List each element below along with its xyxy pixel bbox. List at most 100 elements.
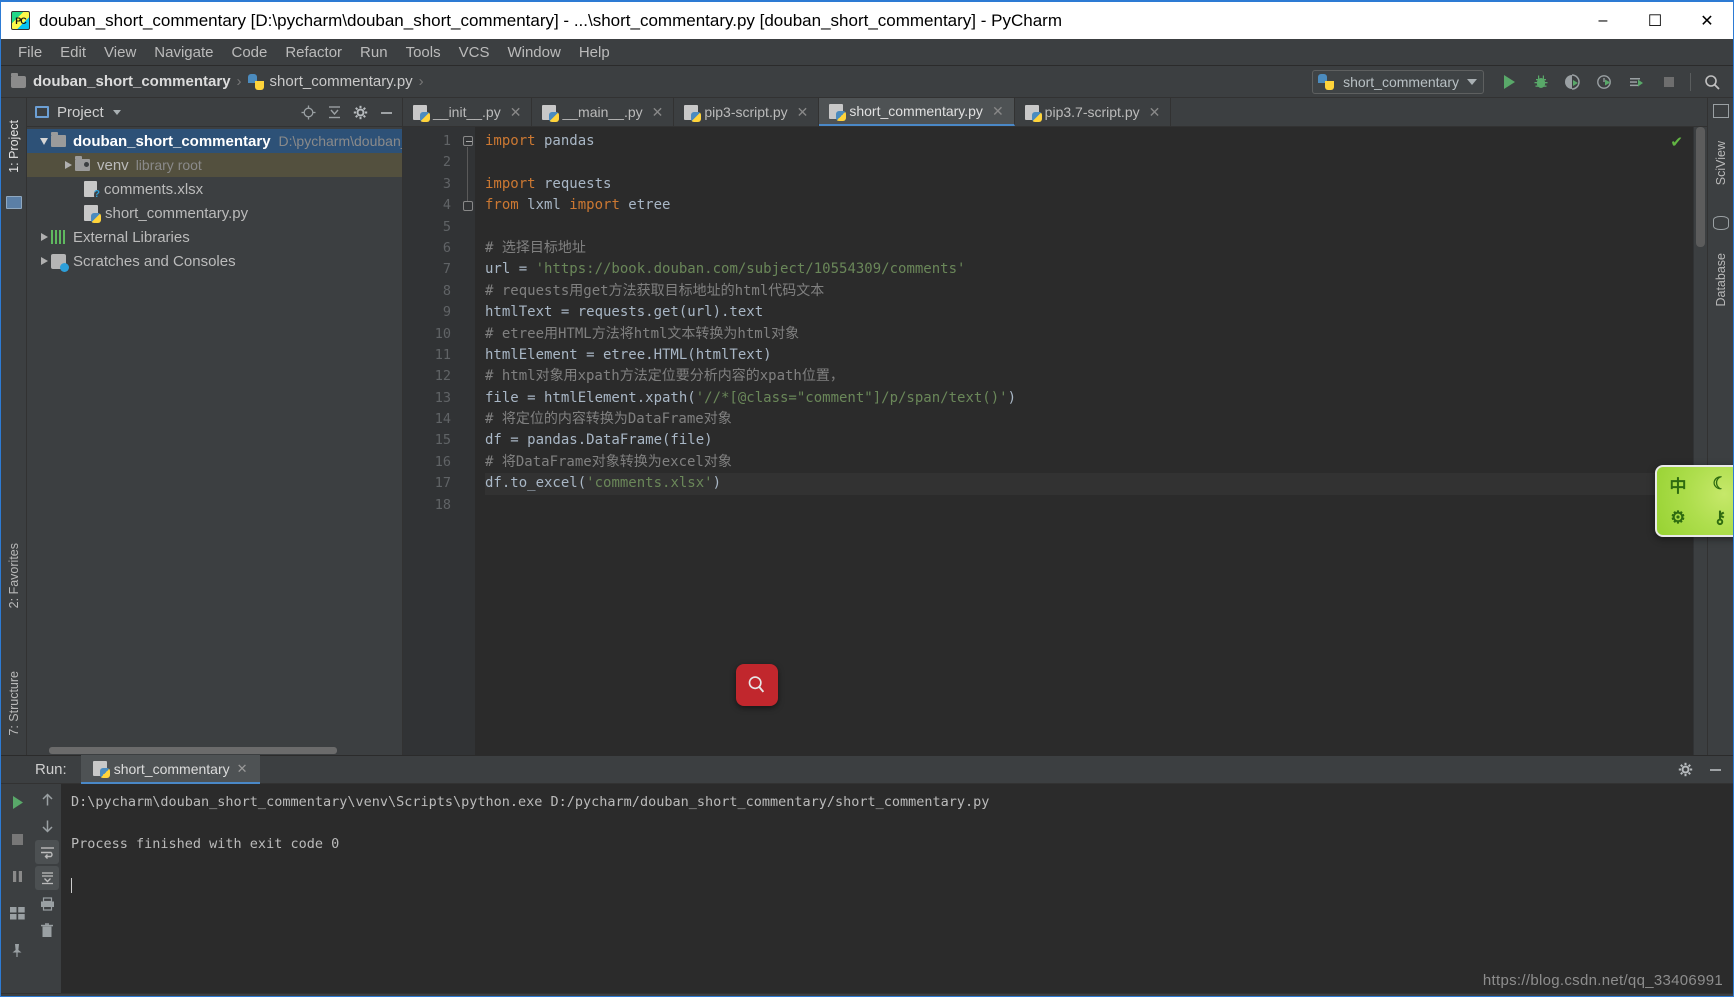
code-line[interactable]: url = 'https://book.douban.com/subject/1… [485, 259, 1693, 280]
gear-icon[interactable] [348, 100, 372, 124]
tab-short-commentary-py[interactable]: short_commentary.py ✕ [819, 98, 1015, 126]
tab-pip3-script-py[interactable]: pip3-script.py ✕ [674, 98, 820, 126]
tree-item-project-root[interactable]: douban_short_commentary D:\pycharm\douba… [27, 129, 402, 153]
close-icon[interactable]: ✕ [992, 103, 1004, 120]
scrollbar-thumb[interactable] [49, 747, 337, 754]
breadcrumb-file[interactable]: short_commentary.py [247, 73, 413, 90]
close-button[interactable]: ✕ [1681, 2, 1733, 39]
run-tab-short-commentary[interactable]: short_commentary ✕ [80, 755, 260, 784]
scrollbar-thumb[interactable] [1696, 127, 1705, 247]
code-line[interactable]: htmlElement = etree.HTML(htmlText) [485, 345, 1693, 366]
target-icon[interactable] [296, 100, 320, 124]
run-with-console-button[interactable] [1622, 67, 1652, 97]
up-arrow-icon[interactable] [35, 788, 59, 812]
code-folding-gutter[interactable] [461, 127, 475, 755]
code-line[interactable]: import pandas [485, 131, 1693, 152]
fold-end-icon[interactable] [463, 201, 473, 211]
code-line[interactable]: # 将DataFrame对象转换为excel对象 [485, 452, 1693, 473]
tree-item-comments-xlsx[interactable]: comments.xlsx [27, 177, 402, 201]
search-everywhere-button[interactable] [1697, 67, 1727, 97]
down-arrow-icon[interactable] [35, 814, 59, 838]
menu-vcs[interactable]: VCS [450, 42, 499, 63]
tab-pip37-script-py[interactable]: pip3.7-script.py ✕ [1015, 98, 1172, 126]
pin-icon[interactable] [5, 938, 29, 962]
code-line[interactable]: # requests用get方法获取目标地址的html代码文本 [485, 281, 1693, 302]
code-line[interactable]: df = pandas.DataFrame(file) [485, 430, 1693, 451]
run-button[interactable] [1494, 67, 1524, 97]
code-line[interactable]: file = htmlElement.xpath('//*[@class="co… [485, 388, 1693, 409]
menu-tools[interactable]: Tools [397, 42, 450, 63]
ime-mode-label[interactable]: 中 [1670, 472, 1687, 497]
menu-window[interactable]: Window [498, 42, 569, 63]
expand-arrow-icon[interactable] [61, 161, 75, 169]
run-console-output[interactable]: D:\pycharm\douban_short_commentary\venv\… [61, 784, 1733, 993]
print-icon[interactable] [35, 892, 59, 916]
sidebar-item-project[interactable]: 1: Project [1, 108, 27, 184]
inspection-status-icon[interactable]: ✔ [1670, 133, 1683, 151]
sidebar-item-database[interactable]: Database [1708, 236, 1733, 324]
soft-wrap-icon[interactable] [35, 840, 59, 864]
stop-button[interactable] [1654, 67, 1684, 97]
sidebar-item-sciview[interactable]: SciView [1708, 124, 1733, 202]
ime-floating-widget[interactable]: 中 ☾ ⚙ ⚷ [1655, 465, 1733, 537]
menu-help[interactable]: Help [570, 42, 619, 63]
expand-arrow-icon[interactable] [37, 257, 51, 265]
sidebar-item-structure[interactable]: 7: Structure [1, 658, 27, 748]
code-line[interactable]: htmlText = requests.get(url).text [485, 302, 1693, 323]
ime-moon-icon[interactable]: ☾ [1712, 474, 1727, 494]
source-code[interactable]: import pandas import requests from lxml i… [475, 127, 1693, 755]
menu-refactor[interactable]: Refactor [276, 42, 351, 63]
tree-item-short-commentary-py[interactable]: short_commentary.py [27, 201, 402, 225]
code-line[interactable]: # etree用HTML方法将html文本转换为html对象 [485, 324, 1693, 345]
close-icon[interactable]: ✕ [1149, 104, 1161, 121]
grid-icon[interactable] [5, 901, 29, 925]
tree-item-venv[interactable]: venv library root [27, 153, 402, 177]
floating-search-button[interactable] [736, 664, 778, 706]
breadcrumb-project[interactable]: douban_short_commentary [11, 72, 231, 90]
code-line[interactable]: # 选择目标地址 [485, 238, 1693, 259]
close-icon[interactable]: ✕ [652, 104, 664, 121]
code-line[interactable]: from lxml import etree [485, 195, 1693, 216]
pause-output-icon[interactable] [5, 864, 29, 888]
fold-toggle-icon[interactable] [463, 136, 473, 146]
code-line[interactable]: df.to_excel('comments.xlsx') [485, 473, 1693, 495]
menu-navigate[interactable]: Navigate [145, 42, 222, 63]
trash-icon[interactable] [35, 918, 59, 942]
expand-arrow-icon[interactable] [37, 233, 51, 241]
scroll-to-end-icon[interactable] [35, 866, 59, 890]
menu-view[interactable]: View [95, 42, 145, 63]
close-icon[interactable]: ✕ [237, 761, 248, 777]
tab-main-py[interactable]: __main__.py ✕ [532, 98, 675, 126]
gear-icon[interactable] [1673, 758, 1697, 782]
close-icon[interactable]: ✕ [510, 104, 522, 121]
code-editor[interactable]: 1 2 3 4 5 6 7 8 9 10 11 12 13 14 15 16 17 18 import panda… [403, 127, 1707, 755]
menu-file[interactable]: File [9, 42, 51, 63]
stop-process-icon[interactable] [5, 827, 29, 851]
tree-item-external-libraries[interactable]: External Libraries [27, 225, 402, 249]
ime-key-icon[interactable]: ⚷ [1714, 508, 1726, 528]
close-icon[interactable]: ✕ [797, 104, 809, 121]
run-configuration-selector[interactable]: short_commentary [1312, 70, 1484, 94]
code-line[interactable]: # 将定位的内容转换为DataFrame对象 [485, 409, 1693, 430]
code-line[interactable] [485, 495, 1693, 516]
ime-gear-icon[interactable]: ⚙ [1670, 508, 1685, 528]
code-line[interactable]: # html对象用xpath方法定位要分析内容的xpath位置， [485, 366, 1693, 387]
collapse-all-icon[interactable] [322, 100, 346, 124]
project-horizontal-scrollbar[interactable] [27, 745, 402, 755]
profile-button[interactable] [1590, 67, 1620, 97]
editor-vertical-scrollbar[interactable] [1694, 127, 1707, 755]
coverage-button[interactable] [1558, 67, 1588, 97]
chevron-down-icon[interactable] [112, 109, 121, 115]
maximize-button[interactable]: ☐ [1629, 2, 1681, 39]
rerun-icon[interactable] [5, 790, 29, 814]
expand-arrow-icon[interactable] [37, 137, 51, 145]
code-line[interactable] [485, 217, 1693, 238]
debug-button[interactable] [1526, 67, 1556, 97]
hide-panel-icon[interactable] [1703, 758, 1727, 782]
hide-panel-icon[interactable] [374, 100, 398, 124]
code-line[interactable]: import requests [485, 174, 1693, 195]
menu-edit[interactable]: Edit [51, 42, 95, 63]
menu-run[interactable]: Run [351, 42, 397, 63]
sidebar-item-favorites[interactable]: 2: Favorites [1, 528, 27, 624]
menu-code[interactable]: Code [222, 42, 276, 63]
